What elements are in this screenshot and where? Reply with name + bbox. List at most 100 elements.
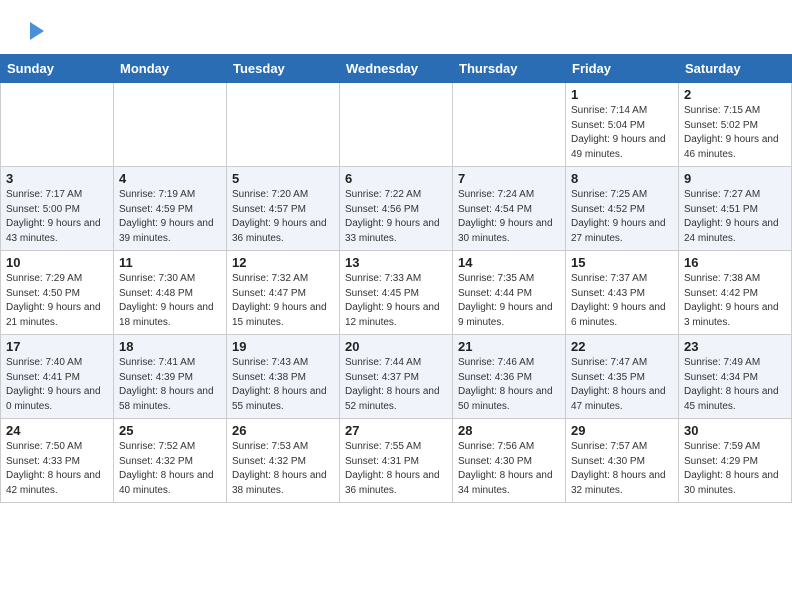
day-info: Sunrise: 7:57 AM Sunset: 4:30 PM Dayligh… bbox=[571, 440, 673, 498]
calendar-cell bbox=[453, 83, 566, 167]
day-number: 24 bbox=[6, 423, 108, 438]
day-info: Sunrise: 7:52 AM Sunset: 4:32 PM Dayligh… bbox=[119, 440, 221, 498]
weekday-header-thursday: Thursday bbox=[453, 55, 566, 83]
calendar-cell: 9Sunrise: 7:27 AM Sunset: 4:51 PM Daylig… bbox=[679, 167, 792, 251]
day-number: 19 bbox=[232, 339, 334, 354]
calendar-cell: 22 Sunrise: 7:47 AM Sunset: 4:35 PM Dayli… bbox=[566, 335, 679, 419]
day-info: Sunrise: 7:55 AM Sunset: 4:31 PM Dayligh… bbox=[345, 440, 447, 498]
day-info: Sunrise: 7:15 AM Sunset: 5:02 PM Dayligh… bbox=[684, 104, 786, 162]
calendar-cell: 25 Sunrise: 7:52 AM Sunset: 4:32 PM Dayli… bbox=[114, 419, 227, 503]
day-info: Sunrise: 7:32 AM Sunset: 4:47 PM Dayligh… bbox=[232, 272, 334, 330]
day-info: Sunrise: 7:50 AM Sunset: 4:33 PM Dayligh… bbox=[6, 440, 108, 498]
day-number: 27 bbox=[345, 423, 447, 438]
calendar-cell: 8 Sunrise: 7:25 AM Sunset: 4:52 PM Daylig… bbox=[566, 167, 679, 251]
logo bbox=[20, 18, 52, 46]
day-number: 8 bbox=[571, 171, 673, 186]
day-info: Sunrise: 7:40 AM Sunset: 4:41 PM Dayligh… bbox=[6, 356, 108, 414]
day-info: Sunrise: 7:35 AM Sunset: 4:44 PM Dayligh… bbox=[458, 272, 560, 330]
day-info: Sunrise: 7:37 AM Sunset: 4:43 PM Dayligh… bbox=[571, 272, 673, 330]
day-info: Sunrise: 7:41 AM Sunset: 4:39 PM Dayligh… bbox=[119, 356, 221, 414]
day-number: 11 bbox=[119, 255, 221, 270]
calendar-cell bbox=[114, 83, 227, 167]
week-row-5: 24 Sunrise: 7:50 AM Sunset: 4:33 PM Dayli… bbox=[1, 419, 792, 503]
day-number: 28 bbox=[458, 423, 560, 438]
calendar-cell: 14 Sunrise: 7:35 AM Sunset: 4:44 PM Dayli… bbox=[453, 251, 566, 335]
day-info: Sunrise: 7:44 AM Sunset: 4:37 PM Dayligh… bbox=[345, 356, 447, 414]
day-number: 25 bbox=[119, 423, 221, 438]
day-number: 6 bbox=[345, 171, 447, 186]
day-info: Sunrise: 7:53 AM Sunset: 4:32 PM Dayligh… bbox=[232, 440, 334, 498]
calendar-cell bbox=[340, 83, 453, 167]
day-info: Sunrise: 7:47 AM Sunset: 4:35 PM Dayligh… bbox=[571, 356, 673, 414]
weekday-header-sunday: Sunday bbox=[1, 55, 114, 83]
day-number: 9 bbox=[684, 171, 786, 186]
day-number: 15 bbox=[571, 255, 673, 270]
day-number: 20 bbox=[345, 339, 447, 354]
day-number: 3 bbox=[6, 171, 108, 186]
calendar-cell: 11 Sunrise: 7:30 AM Sunset: 4:48 PM Dayli… bbox=[114, 251, 227, 335]
day-number: 23 bbox=[684, 339, 786, 354]
day-number: 26 bbox=[232, 423, 334, 438]
calendar-cell: 3 Sunrise: 7:17 AM Sunset: 5:00 PM Daylig… bbox=[1, 167, 114, 251]
calendar-cell: 4 Sunrise: 7:19 AM Sunset: 4:59 PM Daylig… bbox=[114, 167, 227, 251]
day-number: 4 bbox=[119, 171, 221, 186]
page-header bbox=[0, 0, 792, 54]
calendar-cell: 1Sunrise: 7:14 AM Sunset: 5:04 PM Daylig… bbox=[566, 83, 679, 167]
day-info: Sunrise: 7:14 AM Sunset: 5:04 PM Dayligh… bbox=[571, 104, 673, 162]
day-info: Sunrise: 7:30 AM Sunset: 4:48 PM Dayligh… bbox=[119, 272, 221, 330]
calendar-cell bbox=[1, 83, 114, 167]
logo-arrow-icon bbox=[22, 16, 52, 46]
day-info: Sunrise: 7:33 AM Sunset: 4:45 PM Dayligh… bbox=[345, 272, 447, 330]
day-info: Sunrise: 7:24 AM Sunset: 4:54 PM Dayligh… bbox=[458, 188, 560, 246]
day-info: Sunrise: 7:25 AM Sunset: 4:52 PM Dayligh… bbox=[571, 188, 673, 246]
day-number: 29 bbox=[571, 423, 673, 438]
day-number: 14 bbox=[458, 255, 560, 270]
week-row-2: 3 Sunrise: 7:17 AM Sunset: 5:00 PM Daylig… bbox=[1, 167, 792, 251]
day-number: 17 bbox=[6, 339, 108, 354]
week-row-3: 10 Sunrise: 7:29 AM Sunset: 4:50 PM Dayli… bbox=[1, 251, 792, 335]
calendar-cell: 13 Sunrise: 7:33 AM Sunset: 4:45 PM Dayli… bbox=[340, 251, 453, 335]
calendar-cell: 12 Sunrise: 7:32 AM Sunset: 4:47 PM Dayli… bbox=[227, 251, 340, 335]
day-number: 16 bbox=[684, 255, 786, 270]
day-info: Sunrise: 7:19 AM Sunset: 4:59 PM Dayligh… bbox=[119, 188, 221, 246]
calendar-cell: 26 Sunrise: 7:53 AM Sunset: 4:32 PM Dayli… bbox=[227, 419, 340, 503]
weekday-header-tuesday: Tuesday bbox=[227, 55, 340, 83]
weekday-header-wednesday: Wednesday bbox=[340, 55, 453, 83]
calendar-cell: 19 Sunrise: 7:43 AM Sunset: 4:38 PM Dayli… bbox=[227, 335, 340, 419]
calendar-cell: 28 Sunrise: 7:56 AM Sunset: 4:30 PM Dayli… bbox=[453, 419, 566, 503]
day-info: Sunrise: 7:29 AM Sunset: 4:50 PM Dayligh… bbox=[6, 272, 108, 330]
week-row-4: 17 Sunrise: 7:40 AM Sunset: 4:41 PM Dayli… bbox=[1, 335, 792, 419]
calendar-cell: 20 Sunrise: 7:44 AM Sunset: 4:37 PM Dayli… bbox=[340, 335, 453, 419]
day-info: Sunrise: 7:22 AM Sunset: 4:56 PM Dayligh… bbox=[345, 188, 447, 246]
day-info: Sunrise: 7:59 AM Sunset: 4:29 PM Dayligh… bbox=[684, 440, 786, 498]
calendar-cell: 7Sunrise: 7:24 AM Sunset: 4:54 PM Daylig… bbox=[453, 167, 566, 251]
day-info: Sunrise: 7:17 AM Sunset: 5:00 PM Dayligh… bbox=[6, 188, 108, 246]
day-number: 22 bbox=[571, 339, 673, 354]
weekday-header-monday: Monday bbox=[114, 55, 227, 83]
weekday-header-friday: Friday bbox=[566, 55, 679, 83]
calendar-cell: 10 Sunrise: 7:29 AM Sunset: 4:50 PM Dayli… bbox=[1, 251, 114, 335]
day-number: 2 bbox=[684, 87, 786, 102]
calendar-cell bbox=[227, 83, 340, 167]
calendar-cell: 29 Sunrise: 7:57 AM Sunset: 4:30 PM Dayli… bbox=[566, 419, 679, 503]
day-info: Sunrise: 7:38 AM Sunset: 4:42 PM Dayligh… bbox=[684, 272, 786, 330]
weekday-header-saturday: Saturday bbox=[679, 55, 792, 83]
calendar-cell: 6 Sunrise: 7:22 AM Sunset: 4:56 PM Daylig… bbox=[340, 167, 453, 251]
day-info: Sunrise: 7:49 AM Sunset: 4:34 PM Dayligh… bbox=[684, 356, 786, 414]
calendar-cell: 17 Sunrise: 7:40 AM Sunset: 4:41 PM Dayli… bbox=[1, 335, 114, 419]
calendar-cell: 2 Sunrise: 7:15 AM Sunset: 5:02 PM Daylig… bbox=[679, 83, 792, 167]
calendar-cell: 30 Sunrise: 7:59 AM Sunset: 4:29 PM Dayli… bbox=[679, 419, 792, 503]
calendar-cell: 5Sunrise: 7:20 AM Sunset: 4:57 PM Daylig… bbox=[227, 167, 340, 251]
calendar-cell: 23 Sunrise: 7:49 AM Sunset: 4:34 PM Dayli… bbox=[679, 335, 792, 419]
day-number: 10 bbox=[6, 255, 108, 270]
day-number: 30 bbox=[684, 423, 786, 438]
calendar-table: SundayMondayTuesdayWednesdayThursdayFrid… bbox=[0, 54, 792, 503]
day-number: 18 bbox=[119, 339, 221, 354]
day-info: Sunrise: 7:20 AM Sunset: 4:57 PM Dayligh… bbox=[232, 188, 334, 246]
day-number: 12 bbox=[232, 255, 334, 270]
weekday-header-row: SundayMondayTuesdayWednesdayThursdayFrid… bbox=[1, 55, 792, 83]
day-info: Sunrise: 7:43 AM Sunset: 4:38 PM Dayligh… bbox=[232, 356, 334, 414]
calendar-cell: 15 Sunrise: 7:37 AM Sunset: 4:43 PM Dayli… bbox=[566, 251, 679, 335]
day-info: Sunrise: 7:56 AM Sunset: 4:30 PM Dayligh… bbox=[458, 440, 560, 498]
day-number: 13 bbox=[345, 255, 447, 270]
